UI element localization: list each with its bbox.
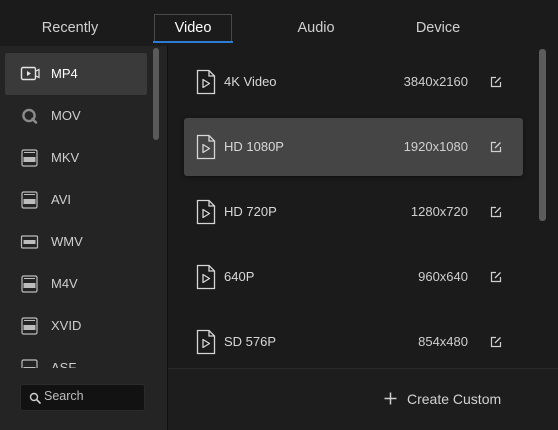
tab-video[interactable]: Video — [153, 0, 233, 46]
edit-icon[interactable] — [490, 141, 502, 153]
mp4-file-icon — [20, 66, 40, 81]
preset-list-scrollbar[interactable] — [539, 49, 546, 221]
preset-resolution: 1280x720 — [410, 204, 468, 219]
format-item-mkv[interactable]: MKV — [5, 137, 147, 179]
preset-panel: 4K Video 3840x2160 HD 1080P 1920x1080 HD… — [167, 46, 558, 430]
avi-file-icon — [21, 191, 38, 209]
format-sidebar: MP4 MOV MKV AVI WMV M4V XVID ASF Search — [0, 46, 167, 430]
preset-resolution: 1920x1080 — [403, 139, 468, 154]
create-custom-label: Create Custom — [407, 391, 502, 407]
search-icon — [29, 392, 41, 404]
asf-file-icon — [21, 359, 38, 368]
preset-row-640p[interactable]: 640P 960x640 — [184, 248, 523, 306]
format-item-m4v[interactable]: M4V — [5, 263, 147, 305]
preset-name: SD 576P — [224, 334, 277, 349]
preset-resolution: 854x480 — [418, 334, 468, 349]
tab-recently[interactable]: Recently — [20, 0, 120, 46]
format-label: XVID — [51, 318, 82, 333]
format-label: WMV — [51, 234, 83, 249]
format-list-scrollbar[interactable] — [153, 48, 159, 140]
edit-icon[interactable] — [490, 206, 502, 218]
wmv-file-icon — [20, 235, 39, 249]
edit-icon[interactable] — [490, 271, 502, 283]
format-list: MP4 MOV MKV AVI WMV M4V XVID ASF — [0, 46, 152, 368]
preset-name: 4K Video — [224, 74, 277, 89]
plus-icon — [384, 392, 397, 405]
video-file-icon — [196, 69, 216, 95]
format-item-asf[interactable]: ASF — [5, 347, 147, 368]
format-label: AVI — [51, 192, 71, 207]
preset-list: 4K Video 3840x2160 HD 1080P 1920x1080 HD… — [168, 46, 558, 368]
preset-resolution: 3840x2160 — [403, 74, 468, 89]
mov-quicktime-icon — [22, 108, 38, 124]
xvid-file-icon — [21, 317, 38, 335]
preset-row-4k[interactable]: 4K Video 3840x2160 — [184, 53, 523, 111]
format-item-wmv[interactable]: WMV — [5, 221, 147, 263]
active-tab-indicator — [153, 41, 233, 43]
m4v-file-icon — [21, 275, 38, 293]
format-label: MOV — [51, 108, 81, 123]
preset-name: HD 1080P — [224, 139, 284, 154]
edit-icon[interactable] — [490, 76, 502, 88]
mkv-file-icon — [21, 149, 38, 167]
video-file-icon — [196, 264, 216, 290]
video-file-icon — [196, 329, 216, 355]
edit-icon[interactable] — [490, 336, 502, 348]
preset-row-576p[interactable]: SD 576P 854x480 — [184, 313, 523, 368]
preset-resolution: 960x640 — [418, 269, 468, 284]
search-placeholder: Search — [44, 389, 84, 403]
tab-device[interactable]: Device — [398, 0, 478, 46]
preset-row-720p[interactable]: HD 720P 1280x720 — [184, 183, 523, 241]
format-tabbar: Recently Video Audio Device — [0, 0, 558, 46]
preset-name: 640P — [224, 269, 255, 284]
video-file-icon — [196, 134, 216, 160]
video-file-icon — [196, 199, 216, 225]
preset-name: HD 720P — [224, 204, 277, 219]
preset-footer: Create Custom — [168, 368, 558, 430]
preset-row-1080p[interactable]: HD 1080P 1920x1080 — [184, 118, 523, 176]
format-label: MKV — [51, 150, 80, 165]
format-label: MP4 — [51, 66, 78, 81]
search-field[interactable]: Search — [20, 384, 145, 411]
format-item-mov[interactable]: MOV — [5, 95, 147, 137]
format-label: M4V — [51, 276, 78, 291]
tab-audio[interactable]: Audio — [276, 0, 356, 46]
format-item-mp4[interactable]: MP4 — [5, 53, 147, 95]
format-item-xvid[interactable]: XVID — [5, 305, 147, 347]
format-label: ASF — [51, 360, 77, 368]
format-item-avi[interactable]: AVI — [5, 179, 147, 221]
